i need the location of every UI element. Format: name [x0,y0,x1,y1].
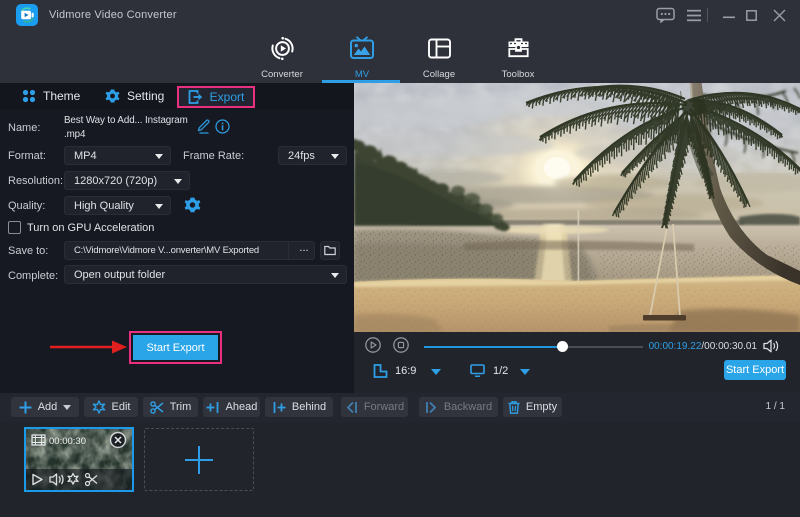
svg-text:00:00:30: 00:00:30 [49,436,86,447]
